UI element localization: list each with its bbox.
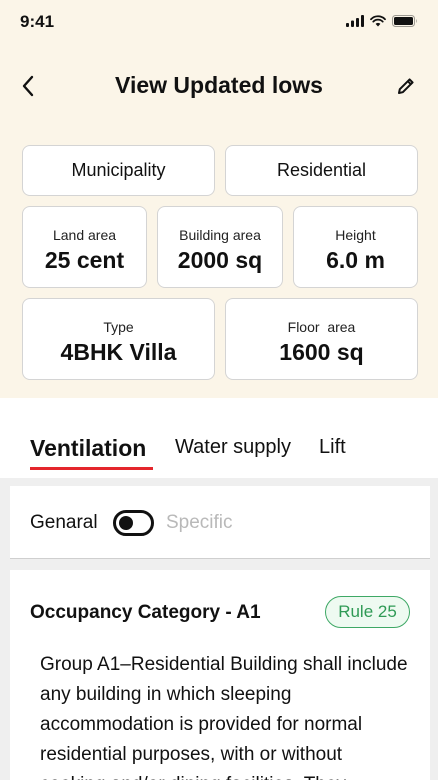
general-specific-toggle[interactable] [113,510,154,536]
tab-water-supply[interactable]: Water supply [175,436,291,459]
header: View Updated lows [0,62,438,110]
general-label[interactable]: Genaral [30,512,98,534]
specific-label[interactable]: Specific [166,512,233,534]
mode-toggle-row: Genaral Specific [10,486,430,559]
tab-lift[interactable]: Lift [319,436,346,459]
land-area-card: Land area 25 cent [22,206,147,288]
land-area-value: 25 cent [44,247,125,273]
pencil-icon [398,78,414,94]
municipality-tag: Municipality [22,145,215,196]
page-title: View Updated lows [115,72,323,98]
status-time: 9:41 [20,12,55,31]
status-bar: 9:41 [0,0,438,44]
back-button[interactable] [12,70,44,102]
status-icons [346,14,418,28]
rule-badge: Rule 25 [325,596,410,628]
type-card: Type 4BHK Villa [22,298,215,380]
tab-bar: Ventilation Water supply Lift [0,398,438,478]
rule-description: Group A1–Residential Building shall incl… [40,654,408,780]
edit-button[interactable] [390,70,422,102]
cellular-signal-icon [346,15,364,27]
active-tab-indicator [30,467,153,470]
building-area-card: Building area 2000 sq [157,206,283,288]
type-value: 4BHK Villa [60,339,177,365]
building-area-value: 2000 sq [177,247,263,273]
land-area-label: Land area [52,227,117,243]
wifi-icon [370,15,386,27]
floor-area-card: Floor area 1600 sq [225,298,418,380]
height-card: Height 6.0 m [293,206,418,288]
height-label: Height [335,227,376,243]
height-value: 6.0 m [326,247,385,273]
tab-ventilation[interactable]: Ventilation [30,435,146,462]
toggle-knob [119,516,133,530]
rule-title: Occupancy Category - A1 [30,602,261,623]
type-label: Type [103,319,134,335]
chevron-left-icon [22,75,34,97]
rule-card: Occupancy Category - A1 Rule 25 Group A1… [10,570,430,780]
building-area-label: Building area [179,227,261,243]
floor-area-value: 1600 sq [279,339,364,365]
battery-icon [392,15,417,27]
residential-tag: Residential [225,145,418,196]
floor-area-label: Floor area [287,319,356,335]
